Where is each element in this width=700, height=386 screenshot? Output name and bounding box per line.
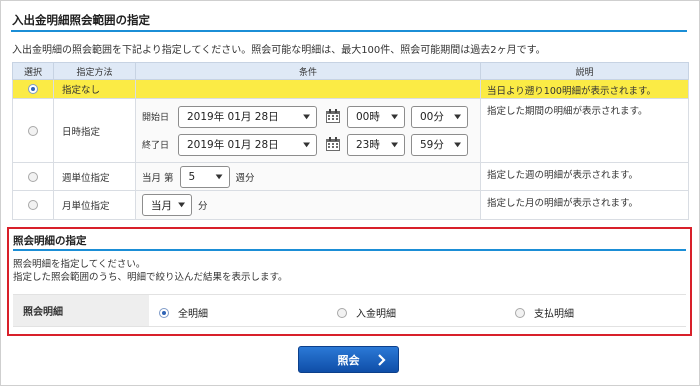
inquiry-submit-button[interactable]: 照会 (298, 346, 399, 373)
chevron-down-icon: ▼ (454, 141, 461, 148)
end-hour-select[interactable]: 23時 ▼ (347, 133, 405, 156)
week-select[interactable]: 5 ▼ (179, 165, 230, 188)
condition-date-range: 開始日 2019年 01月 28日 ▼ 00時 ▼ 00分 ▼ 終了日 2019… (135, 98, 481, 163)
end-date-value: 2019年 01月 28日 (187, 139, 279, 151)
start-date-line: 開始日 2019年 01月 28日 ▼ 00時 ▼ 00分 ▼ (142, 103, 474, 131)
range-lead-text: 入出金明細の照会範囲を下記より指定してください。照会可能な明細は、最大100件、… (12, 45, 546, 56)
header-condition: 条件 (135, 62, 481, 80)
chevron-down-icon: ▼ (303, 141, 310, 148)
range-section-title: 入出金明細照会範囲の指定 (12, 13, 150, 27)
radio-payment-details[interactable] (515, 307, 525, 318)
detail-section: 照会明細の指定 照会明細を指定してください。 指定した照会範囲のうち、明細で絞り… (7, 227, 692, 336)
description-week-range: 指定した週の明細が表示されます。 (480, 162, 689, 191)
radio-date-range[interactable] (28, 125, 38, 136)
description-date-range: 指定した期間の明細が表示されます。 (480, 98, 689, 163)
chevron-right-icon (377, 354, 386, 369)
chevron-down-icon: ▼ (215, 173, 223, 180)
header-select: 選択 (12, 62, 54, 80)
start-date-value: 2019年 01月 28日 (187, 111, 279, 123)
inquiry-submit-label: 照会 (337, 353, 360, 367)
detail-instruction-line1: 照会明細を指定してください。 (13, 259, 146, 270)
detail-type-options: 全明細 入金明細 支払明細 (149, 295, 686, 326)
chevron-down-icon: ▼ (178, 201, 185, 209)
end-hour-value: 23時 (356, 139, 380, 151)
calendar-icon[interactable] (325, 109, 341, 124)
header-description: 説明 (480, 62, 689, 80)
month-value: 当月 (151, 199, 172, 212)
option-deposit-details-label: 入金明細 (356, 309, 396, 320)
end-date-select[interactable]: 2019年 01月 28日 ▼ (178, 133, 317, 156)
end-minute-select[interactable]: 59分 ▼ (411, 133, 468, 156)
calendar-icon[interactable] (325, 137, 341, 152)
range-table-header: 選択 指定方法 条件 説明 (12, 62, 689, 80)
row-no-range: 指定なし 当日より遡り100明細が表示されます。 (12, 79, 689, 99)
row-week-range: 週単位指定 当月 第 5 ▼ 週分 指定した週の明細が表示されます。 (12, 162, 689, 191)
start-date-label: 開始日 (142, 113, 170, 123)
method-date-range: 日時指定 (53, 98, 136, 163)
end-minute-value: 59分 (420, 139, 444, 151)
row-date-range: 日時指定 開始日 2019年 01月 28日 ▼ 00時 ▼ 00分 ▼ 終了日… (12, 98, 689, 163)
radio-week-range[interactable] (28, 171, 38, 182)
row-month-range: 月単位指定 当月 ▼ 分 指定した月の明細が表示されます。 (12, 190, 689, 220)
chevron-down-icon: ▼ (303, 113, 310, 120)
radio-month-range[interactable] (28, 200, 38, 210)
end-date-line: 終了日 2019年 01月 28日 ▼ 23時 ▼ 59分 ▼ (142, 131, 474, 159)
option-payment-details[interactable]: 支払明細 (515, 305, 574, 320)
week-value: 5 (188, 170, 196, 183)
detail-title-divider (13, 249, 686, 251)
condition-week-range: 当月 第 5 ▼ 週分 (135, 162, 481, 191)
chevron-down-icon: ▼ (391, 113, 398, 120)
chevron-down-icon: ▼ (391, 141, 398, 148)
start-minute-select[interactable]: 00分 ▼ (411, 105, 468, 128)
detail-instruction-line2: 指定した照会範囲のうち、明細で絞り込んだ結果を表示します。 (13, 272, 288, 283)
range-table: 選択 指定方法 条件 説明 指定なし 当日より遡り100明細が表示されます。 日… (12, 62, 689, 220)
option-deposit-details[interactable]: 入金明細 (337, 305, 396, 320)
detail-section-title: 照会明細の指定 (13, 235, 87, 247)
condition-month-range: 当月 ▼ 分 (135, 190, 481, 220)
range-title-divider (11, 30, 687, 32)
description-no-range: 当日より遡り100明細が表示されます。 (480, 79, 689, 99)
detail-type-row: 照会明細 全明細 入金明細 支払明細 (13, 294, 686, 327)
start-date-select[interactable]: 2019年 01月 28日 ▼ (178, 105, 317, 128)
radio-no-range[interactable] (28, 84, 38, 94)
radio-all-details[interactable] (159, 307, 169, 318)
option-all-details-label: 全明細 (178, 309, 208, 320)
radio-deposit-details[interactable] (337, 307, 347, 318)
option-all-details[interactable]: 全明細 (159, 305, 208, 320)
method-month-range: 月単位指定 (53, 190, 136, 220)
week-suffix: 週分 (235, 172, 255, 184)
month-suffix: 分 (198, 201, 208, 212)
month-select[interactable]: 当月 ▼ (142, 194, 192, 216)
start-hour-value: 00時 (356, 111, 380, 123)
header-method: 指定方法 (53, 62, 136, 80)
detail-type-label: 照会明細 (13, 295, 149, 326)
method-week-range: 週単位指定 (53, 162, 136, 191)
method-no-range: 指定なし (53, 79, 136, 99)
option-payment-details-label: 支払明細 (534, 309, 574, 320)
start-hour-select[interactable]: 00時 ▼ (347, 105, 405, 128)
end-date-label: 終了日 (142, 141, 170, 151)
start-minute-value: 00分 (420, 111, 444, 123)
condition-no-range (135, 79, 481, 99)
chevron-down-icon: ▼ (454, 113, 461, 120)
week-prefix: 当月 第 (142, 172, 174, 184)
description-month-range: 指定した月の明細が表示されます。 (480, 190, 689, 220)
